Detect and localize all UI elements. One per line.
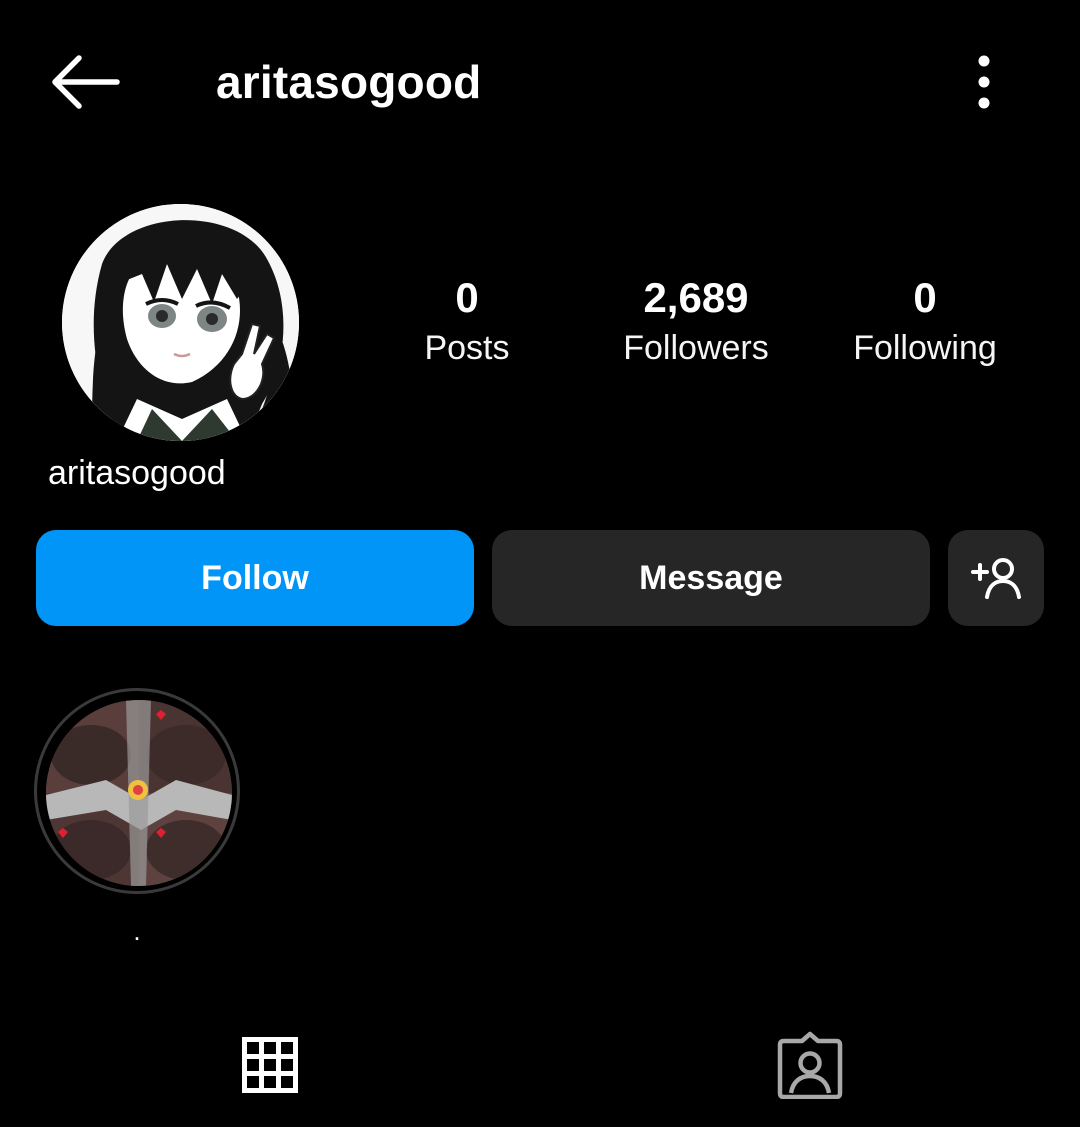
page-title: aritasogood (216, 56, 482, 108)
tagged-person-icon (777, 1031, 843, 1099)
profile-avatar[interactable] (62, 204, 299, 441)
message-button-label: Message (639, 558, 783, 597)
message-button[interactable]: Message (492, 530, 930, 626)
tab-posts-grid[interactable] (170, 1020, 370, 1110)
back-button[interactable] (40, 42, 130, 122)
posts-label: Posts (424, 329, 510, 367)
highlight-label: . (133, 916, 141, 946)
posts-count: 0 (455, 274, 479, 321)
tab-tagged[interactable] (710, 1020, 910, 1110)
stat-followers[interactable]: 2,689 Followers (591, 272, 801, 372)
following-label: Following (853, 329, 997, 367)
profile-username: aritasogood (48, 454, 226, 492)
more-vertical-icon (978, 55, 990, 109)
add-person-icon (971, 558, 1021, 599)
avatar-illustration (62, 204, 299, 441)
follow-button[interactable]: Follow (36, 530, 474, 626)
more-options-button[interactable] (956, 44, 1012, 120)
grid-icon (242, 1037, 298, 1093)
following-count: 0 (913, 274, 937, 321)
highlight-cover-image (46, 700, 232, 886)
follow-button-label: Follow (201, 558, 309, 597)
stat-posts: 0 Posts (362, 272, 572, 372)
add-user-button[interactable] (948, 530, 1044, 626)
stat-following[interactable]: 0 Following (820, 272, 1030, 372)
arrow-left-icon (52, 55, 120, 109)
followers-label: Followers (623, 329, 769, 367)
followers-count: 2,689 (643, 274, 749, 321)
highlight-cover (46, 700, 232, 886)
